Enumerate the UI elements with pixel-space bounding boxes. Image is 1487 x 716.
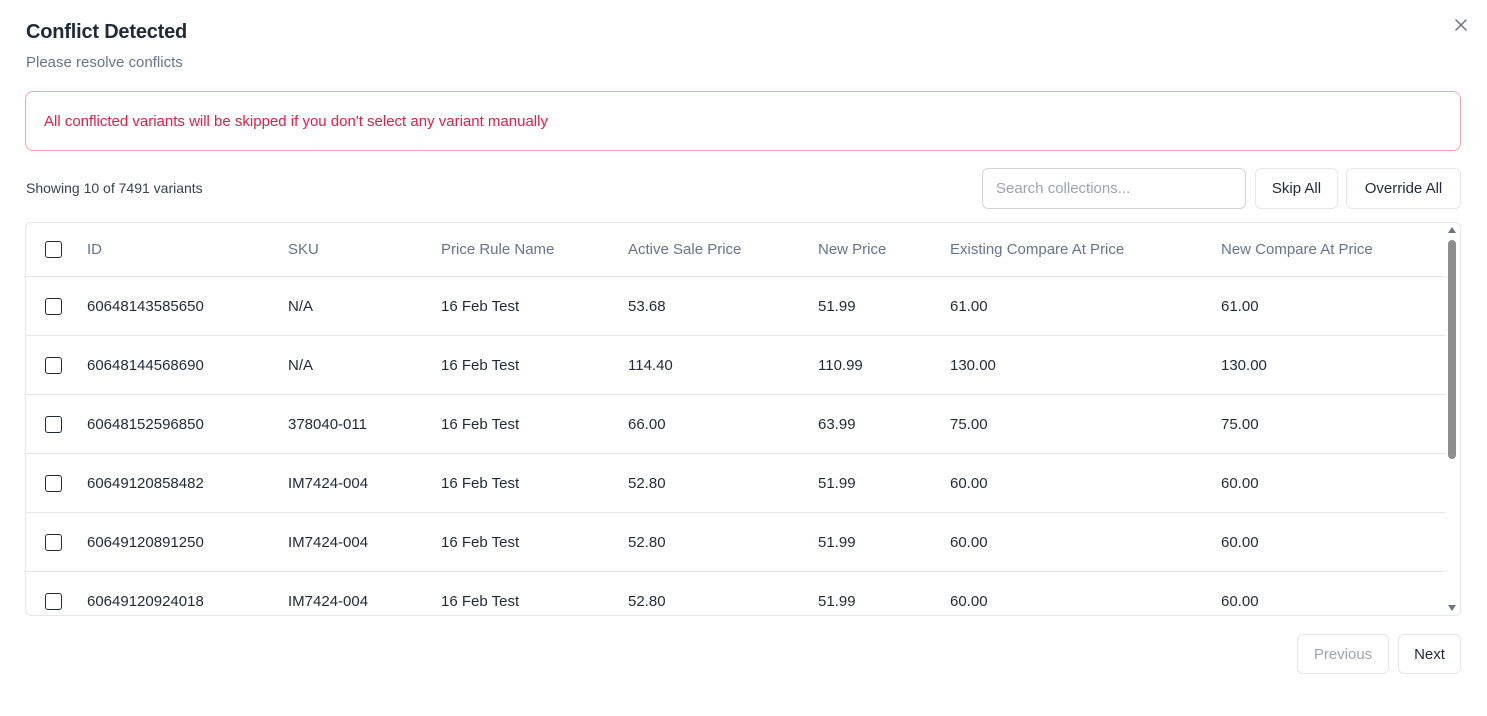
cell-new-price: 110.99 bbox=[818, 356, 863, 374]
cell-sku: N/A bbox=[288, 297, 314, 315]
column-header-new-compare-at-price[interactable]: New Compare At Price bbox=[1221, 223, 1373, 276]
cell-new-price: 51.99 bbox=[818, 297, 856, 315]
cell-new-price: 51.99 bbox=[818, 533, 856, 551]
row-checkbox[interactable] bbox=[45, 533, 62, 551]
cell-new-compare-at-price: 61.00 bbox=[1221, 297, 1259, 315]
cell-active-sale-price: 114.40 bbox=[628, 356, 673, 374]
variants-table: ID SKU Price Rule Name Active Sale Price… bbox=[25, 222, 1461, 616]
row-checkbox[interactable] bbox=[45, 297, 62, 315]
row-checkbox-cell bbox=[45, 572, 62, 615]
cell-price-rule-name: 16 Feb Test bbox=[441, 592, 520, 610]
cell-new-compare-at-price: 60.00 bbox=[1221, 592, 1259, 610]
cell-sku: IM7424-004 bbox=[288, 592, 369, 610]
row-checkbox-cell bbox=[45, 277, 62, 335]
cell-price-rule-name: 16 Feb Test bbox=[441, 415, 520, 433]
cell-price-rule-name: 16 Feb Test bbox=[441, 297, 520, 315]
select-all-checkbox[interactable] bbox=[45, 241, 62, 258]
cell-active-sale-price: 52.80 bbox=[628, 592, 666, 610]
table-body: 60648143585650 N/A 16 Feb Test 53.68 51.99 61… bbox=[26, 277, 1446, 615]
cell-sku: IM7424-004 bbox=[288, 474, 369, 492]
cell-existing-compare-at-price: 60.00 bbox=[950, 592, 988, 610]
row-checkbox-cell bbox=[45, 454, 62, 512]
cell-id: 60648143585650 bbox=[87, 297, 204, 315]
cell-new-compare-at-price: 130.00 bbox=[1221, 356, 1267, 374]
table-row[interactable]: 60648144568690 N/A 16 Feb Test 114.40 110.99… bbox=[26, 336, 1446, 395]
variant-count-text: Showing 10 of 7491 variants bbox=[26, 180, 203, 196]
cell-existing-compare-at-price: 61.00 bbox=[950, 297, 988, 315]
cell-new-compare-at-price: 60.00 bbox=[1221, 474, 1259, 492]
table-header-row: ID SKU Price Rule Name Active Sale Price… bbox=[26, 223, 1446, 277]
warning-alert-text: All conflicted variants will be skipped … bbox=[44, 112, 548, 130]
cell-id: 60648152596850 bbox=[87, 415, 204, 433]
table-row[interactable]: 60649120891250 IM7424-004 16 Feb Test 52.80… bbox=[26, 513, 1446, 572]
skip-all-button[interactable]: Skip All bbox=[1255, 168, 1338, 209]
table-scrollbar[interactable] bbox=[1445, 222, 1460, 616]
cell-new-compare-at-price: 75.00 bbox=[1221, 415, 1259, 433]
cell-id: 60649120924018 bbox=[87, 592, 204, 610]
cell-existing-compare-at-price: 75.00 bbox=[950, 415, 988, 433]
cell-id: 60649120858482 bbox=[87, 474, 204, 492]
cell-active-sale-price: 52.80 bbox=[628, 474, 666, 492]
cell-new-price: 51.99 bbox=[818, 474, 856, 492]
cell-existing-compare-at-price: 60.00 bbox=[950, 474, 988, 492]
search-input[interactable] bbox=[982, 168, 1246, 209]
scroll-up-arrow-icon[interactable] bbox=[1448, 227, 1456, 233]
table-row[interactable]: 60649120858482 IM7424-004 16 Feb Test 52.80… bbox=[26, 454, 1446, 513]
table-row[interactable]: 60649120924018 IM7424-004 16 Feb Test 52.80… bbox=[26, 572, 1446, 615]
cell-id: 60649120891250 bbox=[87, 533, 204, 551]
row-checkbox[interactable] bbox=[45, 474, 62, 492]
column-header-id[interactable]: ID bbox=[87, 223, 102, 276]
column-header-new-price[interactable]: New Price bbox=[818, 223, 886, 276]
close-icon bbox=[1455, 19, 1467, 31]
next-page-button[interactable]: Next bbox=[1398, 634, 1461, 674]
previous-page-button[interactable]: Previous bbox=[1297, 634, 1389, 674]
dialog-subtitle: Please resolve conflicts bbox=[26, 54, 183, 71]
cell-active-sale-price: 53.68 bbox=[628, 297, 666, 315]
cell-new-compare-at-price: 60.00 bbox=[1221, 533, 1259, 551]
cell-new-price: 51.99 bbox=[818, 592, 856, 610]
column-header-price-rule-name[interactable]: Price Rule Name bbox=[441, 223, 554, 276]
cell-active-sale-price: 52.80 bbox=[628, 533, 666, 551]
row-checkbox[interactable] bbox=[45, 356, 62, 374]
cell-price-rule-name: 16 Feb Test bbox=[441, 356, 520, 374]
warning-alert: All conflicted variants will be skipped … bbox=[25, 91, 1461, 151]
row-checkbox-cell bbox=[45, 513, 62, 571]
scroll-thumb[interactable] bbox=[1448, 240, 1456, 459]
row-checkbox[interactable] bbox=[45, 592, 62, 610]
row-checkbox[interactable] bbox=[45, 415, 62, 433]
close-button[interactable] bbox=[1451, 15, 1471, 35]
table-row[interactable]: 60648143585650 N/A 16 Feb Test 53.68 51.99 61… bbox=[26, 277, 1446, 336]
cell-price-rule-name: 16 Feb Test bbox=[441, 533, 520, 551]
cell-price-rule-name: 16 Feb Test bbox=[441, 474, 520, 492]
select-all-cell bbox=[45, 223, 62, 276]
column-header-sku[interactable]: SKU bbox=[288, 223, 319, 276]
cell-new-price: 63.99 bbox=[818, 415, 856, 433]
conflict-dialog: Conflict Detected Please resolve conflic… bbox=[0, 0, 1487, 716]
table-row[interactable]: 60648152596850 378040-011 16 Feb Test 66.00… bbox=[26, 395, 1446, 454]
row-checkbox-cell bbox=[45, 336, 62, 394]
cell-existing-compare-at-price: 60.00 bbox=[950, 533, 988, 551]
column-header-active-sale-price[interactable]: Active Sale Price bbox=[628, 223, 741, 276]
column-header-existing-compare-at-price[interactable]: Existing Compare At Price bbox=[950, 223, 1124, 276]
override-all-button[interactable]: Override All bbox=[1346, 168, 1461, 209]
scroll-down-arrow-icon[interactable] bbox=[1448, 605, 1456, 611]
cell-sku: N/A bbox=[288, 356, 314, 374]
dialog-title: Conflict Detected bbox=[26, 21, 188, 43]
row-checkbox-cell bbox=[45, 395, 62, 453]
cell-sku: 378040-011 bbox=[288, 415, 367, 433]
cell-active-sale-price: 66.00 bbox=[628, 415, 666, 433]
cell-existing-compare-at-price: 130.00 bbox=[950, 356, 996, 374]
cell-id: 60648144568690 bbox=[87, 356, 204, 374]
cell-sku: IM7424-004 bbox=[288, 533, 369, 551]
